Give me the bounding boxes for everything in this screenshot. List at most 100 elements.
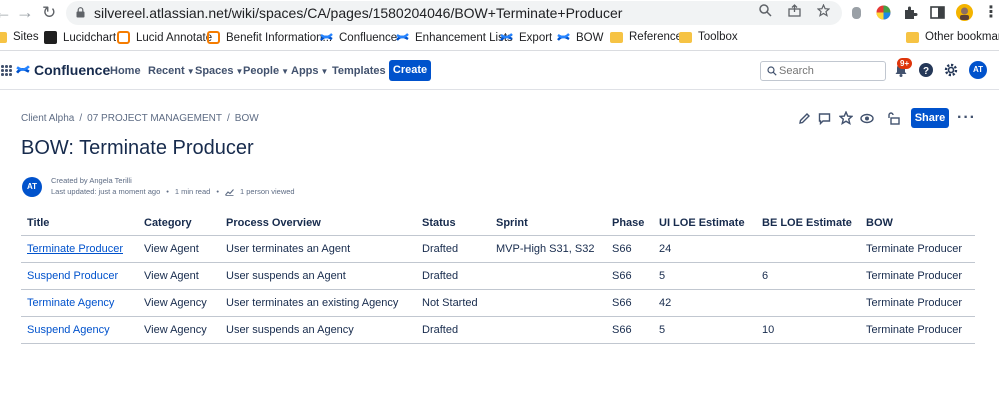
table-cell: S66 <box>606 235 653 263</box>
table-cell <box>490 289 606 317</box>
restrictions-lock-icon[interactable] <box>887 112 900 125</box>
confluence-icon <box>396 33 409 41</box>
svg-text:?: ? <box>923 66 929 77</box>
lucid-benefit-icon <box>207 31 220 44</box>
search-icon <box>767 66 777 76</box>
bow-table: Title Category Process Overview Status S… <box>21 212 975 344</box>
confluence-icon <box>557 33 570 41</box>
bookmark-confluence[interactable]: Confluence <box>320 31 397 44</box>
table-cell: View Agent <box>138 262 220 290</box>
table-cell: Drafted <box>416 316 490 344</box>
table-cell: Terminate Producer <box>860 316 975 344</box>
table-cell <box>756 235 860 263</box>
title-link[interactable]: Terminate Producer <box>27 243 123 255</box>
table-cell: 5 <box>653 316 756 344</box>
color-wheel-extension-icon[interactable] <box>875 4 892 21</box>
search-box[interactable] <box>760 61 886 81</box>
column-header: BOW <box>860 212 975 236</box>
last-updated[interactable]: Last updated: just a moment ago <box>51 187 160 196</box>
viewers-count[interactable]: 1 person viewed <box>240 187 295 196</box>
column-header: UI LOE Estimate <box>653 212 756 236</box>
nav-spaces[interactable]: Spaces ▼ <box>195 65 243 77</box>
confluence-logo[interactable]: Confluence <box>16 62 110 78</box>
nav-home[interactable]: Home <box>110 65 141 77</box>
more-actions-icon[interactable]: ··· <box>957 109 976 127</box>
table-cell: MVP-High S31, S32 <box>490 235 606 263</box>
share-page-icon[interactable] <box>788 4 801 17</box>
nav-people[interactable]: People ▼ <box>243 65 289 77</box>
user-avatar[interactable]: AT <box>969 61 987 79</box>
share-button[interactable]: Share <box>911 108 949 128</box>
table-cell: 10 <box>756 316 860 344</box>
title-link[interactable]: Terminate Agency <box>27 297 114 309</box>
page-meta: Last updated: just a moment ago • 1 min … <box>51 187 295 196</box>
url-text[interactable]: silvereel.atlassian.net/wiki/spaces/CA/p… <box>94 5 622 21</box>
bookmark-export[interactable]: Export <box>500 31 552 44</box>
bookmark-bow[interactable]: BOW <box>557 31 603 44</box>
address-bar[interactable]: silvereel.atlassian.net/wiki/spaces/CA/p… <box>66 1 842 25</box>
table-cell: User suspends an Agency <box>220 316 416 344</box>
edit-pencil-icon[interactable] <box>798 112 811 125</box>
settings-gear-icon[interactable] <box>943 62 959 78</box>
zoom-icon[interactable] <box>759 4 772 17</box>
comment-icon[interactable] <box>818 112 831 125</box>
nav-apps[interactable]: Apps ▼ <box>291 65 328 77</box>
bookmark-benefit-information[interactable]: Benefit Information... <box>207 31 332 44</box>
folder-icon <box>679 31 692 43</box>
chevron-down-icon: ▼ <box>281 67 289 76</box>
created-by: Created by Angela Terilli <box>51 176 132 185</box>
lock-icon <box>76 7 85 18</box>
table-row: Terminate Agency View Agency User termin… <box>21 289 975 317</box>
table-cell <box>490 316 606 344</box>
author-avatar[interactable]: AT <box>22 177 42 197</box>
bookmarks-bar: Sites Lucidchart Lucid Annotate Benefit … <box>0 27 999 51</box>
table-cell: 42 <box>653 289 756 317</box>
create-button[interactable]: Create <box>389 60 431 81</box>
breadcrumb-bow[interactable]: BOW <box>235 113 259 124</box>
table-row: Terminate Producer View Agent User termi… <box>21 235 975 263</box>
title-link[interactable]: Suspend Agency <box>27 324 110 336</box>
confluence-icon <box>320 33 333 41</box>
folder-icon <box>610 31 623 43</box>
forward-arrow-icon[interactable]: → <box>16 2 34 23</box>
bookmark-sites[interactable]: Sites <box>0 31 39 43</box>
nav-templates[interactable]: Templates <box>332 65 386 77</box>
title-link[interactable]: Suspend Producer <box>27 270 118 282</box>
reload-icon[interactable]: ↻ <box>42 3 56 23</box>
app-switcher-icon[interactable] <box>1 65 12 76</box>
table-cell: View Agency <box>138 289 220 317</box>
chevron-down-icon: ▼ <box>186 67 195 76</box>
nav-recent[interactable]: Recent ▼ <box>148 65 195 77</box>
lucidchart-icon <box>44 31 57 44</box>
bookmark-other[interactable]: Other bookmarks <box>906 31 999 43</box>
star-icon[interactable] <box>839 111 853 125</box>
folder-icon <box>906 31 919 43</box>
profile-avatar-icon[interactable] <box>956 3 973 21</box>
bookmark-toolbox[interactable]: Toolbox <box>679 31 738 43</box>
table-cell: View Agency <box>138 316 220 344</box>
browser-toolbar: ← → ↻ silvereel.atlassian.net/wiki/space… <box>0 0 999 26</box>
sidebar-toggle-icon[interactable] <box>929 4 946 21</box>
table-row: Suspend Agency View Agency User suspends… <box>21 316 975 344</box>
lucid-annotate-icon <box>117 31 130 44</box>
breadcrumb-client-alpha[interactable]: Client Alpha <box>21 113 74 124</box>
watch-eye-icon[interactable] <box>860 112 874 125</box>
breadcrumb-project-management[interactable]: 07 PROJECT MANAGEMENT <box>87 113 222 124</box>
browser-menu-icon[interactable]: ⋮ <box>983 2 999 22</box>
bookmark-enhancement-lists[interactable]: Enhancement Lists <box>396 31 513 44</box>
help-icon[interactable]: ? <box>918 62 934 78</box>
hand-extension-icon[interactable] <box>848 4 865 21</box>
bookmark-lucid-annotate[interactable]: Lucid Annotate <box>117 31 212 44</box>
table-cell: S66 <box>606 289 653 317</box>
table-cell: 24 <box>653 235 756 263</box>
search-input[interactable] <box>779 64 879 78</box>
bookmark-star-icon[interactable] <box>817 4 830 17</box>
table-header-row: Title Category Process Overview Status S… <box>21 212 975 236</box>
bookmark-reference[interactable]: Reference <box>610 31 682 43</box>
back-arrow-icon[interactable]: ← <box>0 2 12 23</box>
bookmark-lucidchart[interactable]: Lucidchart <box>44 31 116 44</box>
column-header: Sprint <box>490 212 606 236</box>
title-cell: Terminate Producer <box>21 235 138 263</box>
puzzle-extensions-icon[interactable] <box>902 4 919 21</box>
confluence-icon <box>16 65 30 74</box>
